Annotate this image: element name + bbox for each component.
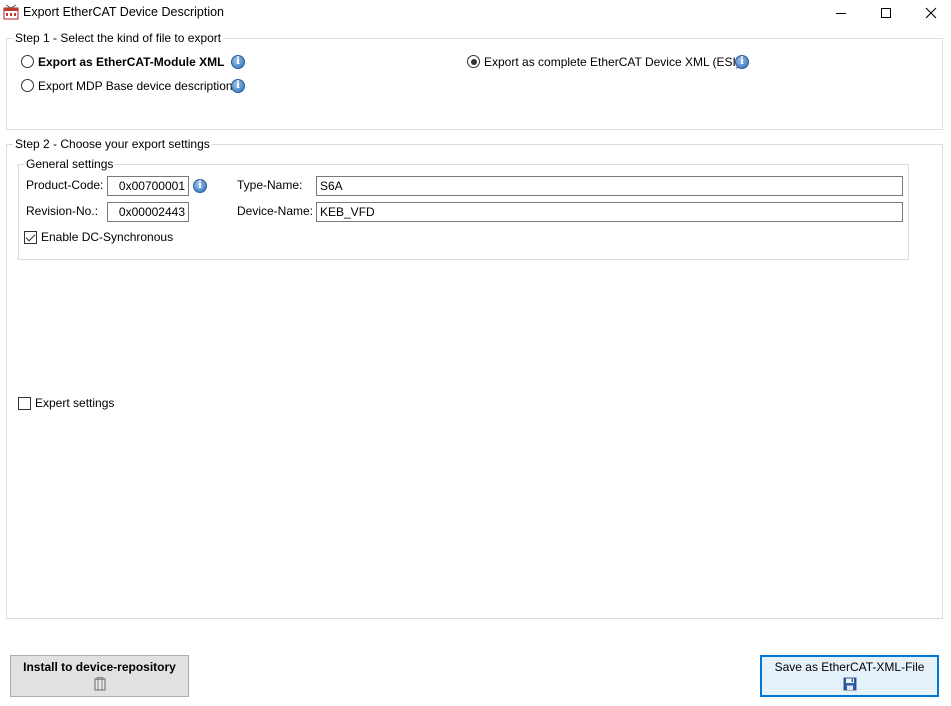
save-button-label: Save as EtherCAT-XML-File (774, 660, 925, 674)
maximize-button[interactable] (863, 0, 909, 26)
radio-complete-esi-indicator[interactable] (467, 55, 480, 68)
app-icon (3, 4, 19, 20)
repository-icon (94, 677, 105, 691)
step1-label: Step 1 - Select the kind of file to expo… (13, 31, 224, 45)
revision-label: Revision-No.: (26, 204, 99, 218)
general-settings-label: General settings (24, 157, 116, 171)
radio-module-xml[interactable]: Export as EtherCAT-Module XML (21, 55, 225, 71)
install-button-label: Install to device-repository (23, 660, 176, 674)
product-code-label: Product-Code: (26, 178, 104, 192)
radio-mdp-base[interactable]: Export MDP Base device description (21, 79, 233, 95)
device-name-field[interactable]: KEB_VFD (316, 202, 903, 222)
close-icon (925, 7, 937, 19)
radio-mdp-base-indicator[interactable] (21, 79, 34, 92)
save-icon (843, 677, 856, 691)
info-icon[interactable]: i (735, 55, 749, 69)
title-bar: Export EtherCAT Device Description (0, 0, 951, 26)
dc-sync-checkbox[interactable] (24, 231, 37, 244)
dc-sync-checkbox-row[interactable]: Enable DC-Synchronous (24, 230, 174, 246)
radio-complete-esi[interactable]: Export as complete EtherCAT Device XML (… (467, 55, 740, 71)
step2-label: Step 2 - Choose your export settings (13, 137, 212, 151)
product-code-field[interactable]: 0x00700001 (107, 176, 189, 196)
close-button[interactable] (908, 0, 951, 26)
expert-settings-label: Expert settings (35, 396, 115, 410)
install-button[interactable]: Install to device-repository (10, 655, 189, 697)
window-title: Export EtherCAT Device Description (23, 5, 225, 19)
radio-module-xml-indicator[interactable] (21, 55, 34, 68)
minimize-button[interactable] (818, 0, 864, 26)
save-button[interactable]: Save as EtherCAT-XML-File (760, 655, 939, 697)
maximize-icon (881, 8, 891, 18)
info-icon[interactable]: i (193, 179, 207, 193)
revision-field[interactable]: 0x00002443 (107, 202, 189, 222)
radio-complete-esi-label: Export as complete EtherCAT Device XML (… (484, 55, 740, 69)
minimize-icon (836, 13, 846, 14)
device-name-label: Device-Name: (237, 204, 314, 218)
info-icon[interactable]: i (231, 55, 245, 69)
type-name-label: Type-Name: (237, 178, 303, 192)
radio-module-xml-label: Export as EtherCAT-Module XML (38, 55, 225, 69)
dc-sync-label: Enable DC-Synchronous (41, 230, 174, 244)
info-icon[interactable]: i (231, 79, 245, 93)
type-name-field[interactable]: S6A (316, 176, 903, 196)
radio-mdp-base-label: Export MDP Base device description (38, 79, 233, 93)
expert-settings-row[interactable]: Expert settings (18, 396, 128, 412)
expert-settings-checkbox[interactable] (18, 397, 31, 410)
